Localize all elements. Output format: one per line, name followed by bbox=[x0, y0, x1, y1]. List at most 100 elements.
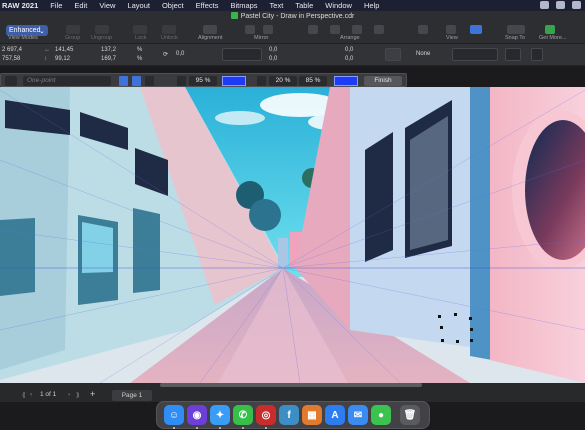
refresh-button[interactable] bbox=[531, 48, 543, 61]
macos-dock: ☺ ◉ ✦ ✆ ◎ f ▦ A ✉ ● 🗑 bbox=[156, 401, 430, 429]
app-menu[interactable]: RAW 2021 bbox=[0, 1, 38, 10]
arrange-forward-button[interactable] bbox=[330, 25, 340, 34]
far-building bbox=[278, 238, 288, 268]
skew-group bbox=[222, 48, 262, 61]
opacity-b-field[interactable]: 20 % bbox=[269, 76, 297, 86]
view-button-2[interactable] bbox=[446, 25, 456, 34]
angle-field[interactable]: 0,0 bbox=[176, 51, 184, 57]
perspective-preset-dropdown[interactable]: One-point bbox=[23, 76, 111, 86]
x-position-field[interactable]: 2 697,4 bbox=[2, 47, 22, 53]
mail-icon[interactable]: ✉ bbox=[348, 405, 368, 425]
search-icon[interactable] bbox=[572, 1, 581, 9]
y-position-field[interactable]: 757,58 bbox=[2, 56, 20, 62]
drawing-canvas[interactable] bbox=[0, 87, 585, 383]
ungroup-button[interactable] bbox=[95, 25, 109, 34]
running-indicator bbox=[196, 427, 198, 429]
view-button-3[interactable] bbox=[470, 25, 482, 34]
percent-label-1: % bbox=[137, 47, 143, 53]
last-page-icon[interactable]: ⟫ bbox=[76, 391, 80, 399]
arrange-front-button[interactable] bbox=[308, 25, 318, 34]
skew-horizontal-field[interactable]: 0,0 bbox=[269, 47, 277, 53]
running-indicator bbox=[219, 427, 221, 429]
label-mirror: Mirror bbox=[254, 35, 269, 41]
siri-icon[interactable]: ◉ bbox=[187, 405, 207, 425]
rotation-a-field[interactable]: 0,0 bbox=[345, 47, 353, 53]
label-arrange: Arrange bbox=[340, 35, 360, 41]
arrange-back-button[interactable] bbox=[374, 25, 384, 34]
get-more-icon[interactable] bbox=[545, 25, 555, 34]
menu-edit[interactable]: Edit bbox=[74, 1, 87, 10]
next-page-icon[interactable]: › bbox=[68, 391, 70, 398]
menu-window[interactable]: Window bbox=[325, 1, 352, 10]
app-store-icon[interactable]: A bbox=[325, 405, 345, 425]
property-bar: 2 697,4 757,58 ↔ ↕ 141,45 99,12 137,2 16… bbox=[0, 44, 585, 66]
menu-view[interactable]: View bbox=[99, 1, 115, 10]
rotation-b-field[interactable]: 0,0 bbox=[345, 56, 353, 62]
snap-toggle-icon[interactable] bbox=[132, 76, 141, 86]
outline-width-dropdown[interactable]: None bbox=[416, 51, 430, 57]
snap-to-dropdown[interactable] bbox=[507, 25, 525, 34]
opacity-c-field[interactable]: 85 % bbox=[299, 76, 327, 86]
unlock-button[interactable] bbox=[162, 25, 176, 34]
label-group: Group bbox=[65, 35, 81, 41]
finish-button[interactable]: Finish bbox=[364, 76, 402, 86]
page-tab[interactable]: Page 1 bbox=[112, 390, 152, 401]
messages-icon[interactable]: ● bbox=[371, 405, 391, 425]
window bbox=[133, 208, 160, 293]
arrange-backward-button[interactable] bbox=[352, 25, 362, 34]
label-view-modes: View Modes bbox=[8, 35, 38, 41]
plane-visibility-icon[interactable] bbox=[177, 76, 186, 86]
mirror-horizontal-button[interactable] bbox=[245, 25, 255, 34]
prev-page-icon[interactable]: ‹ bbox=[30, 391, 32, 398]
photo-booth-icon[interactable]: ◎ bbox=[256, 405, 276, 425]
view-button-1[interactable] bbox=[418, 25, 428, 34]
height-field[interactable]: 99,12 bbox=[55, 56, 70, 62]
menu-table[interactable]: Table bbox=[295, 1, 313, 10]
launchpad-icon[interactable]: ▦ bbox=[302, 405, 322, 425]
opacity-a-field[interactable]: 95 % bbox=[189, 76, 217, 86]
add-page-icon[interactable]: + bbox=[90, 389, 95, 399]
rotation-icon: ⟳ bbox=[163, 52, 169, 58]
line-style-dropdown[interactable] bbox=[452, 48, 498, 61]
finder-icon[interactable]: ☺ bbox=[164, 405, 184, 425]
first-page-icon[interactable]: ⟪ bbox=[22, 391, 26, 399]
battery-icon[interactable] bbox=[540, 1, 549, 9]
menu-layout[interactable]: Layout bbox=[127, 1, 150, 10]
safari-icon[interactable]: ✦ bbox=[210, 405, 230, 425]
wifi-icon[interactable] bbox=[556, 1, 565, 9]
alignment-button[interactable] bbox=[203, 25, 217, 34]
label-unlock: Unlock bbox=[161, 35, 178, 41]
horizontal-scrollbar[interactable] bbox=[160, 383, 422, 387]
menu-object[interactable]: Object bbox=[162, 1, 184, 10]
horizon-toggle-icon[interactable] bbox=[145, 76, 154, 86]
scale-width-field[interactable]: 137,2 bbox=[101, 47, 116, 53]
status-icons bbox=[540, 1, 581, 9]
lock-button[interactable] bbox=[133, 25, 147, 34]
menu-bitmaps[interactable]: Bitmaps bbox=[230, 1, 257, 10]
plane-b-icon[interactable] bbox=[257, 76, 266, 86]
grid-color-swatch-c[interactable] bbox=[334, 76, 358, 86]
corel-icon[interactable]: f bbox=[279, 405, 299, 425]
height-arrow-icon: ↕ bbox=[44, 56, 47, 62]
running-indicator bbox=[173, 427, 175, 429]
grid-toggle-icon[interactable] bbox=[119, 76, 128, 86]
menu-text[interactable]: Text bbox=[270, 1, 284, 10]
menu-help[interactable]: Help bbox=[364, 1, 379, 10]
width-field[interactable]: 141,45 bbox=[55, 47, 73, 53]
facetime-icon[interactable]: ✆ bbox=[233, 405, 253, 425]
menu-file[interactable]: File bbox=[50, 1, 62, 10]
page-navigation-bar: ⟪ ‹ 1 of 1 › ⟫ + Page 1 bbox=[0, 383, 585, 402]
skew-vertical-field[interactable]: 0,0 bbox=[269, 56, 277, 62]
scale-height-field[interactable]: 169,7 bbox=[101, 56, 116, 62]
label-alignment: Alignment bbox=[198, 35, 223, 41]
blue-pillar bbox=[470, 87, 492, 360]
wrap-text-button[interactable] bbox=[385, 48, 401, 61]
perspective-mode-icon[interactable] bbox=[5, 76, 17, 86]
options-button[interactable] bbox=[505, 48, 521, 61]
group-button[interactable] bbox=[66, 25, 80, 34]
mirror-vertical-button[interactable] bbox=[263, 25, 273, 34]
page-counter: 1 of 1 bbox=[40, 391, 57, 398]
grid-color-swatch-a[interactable] bbox=[222, 76, 246, 86]
trash-icon[interactable]: 🗑 bbox=[400, 405, 420, 425]
menu-effects[interactable]: Effects bbox=[196, 1, 219, 10]
